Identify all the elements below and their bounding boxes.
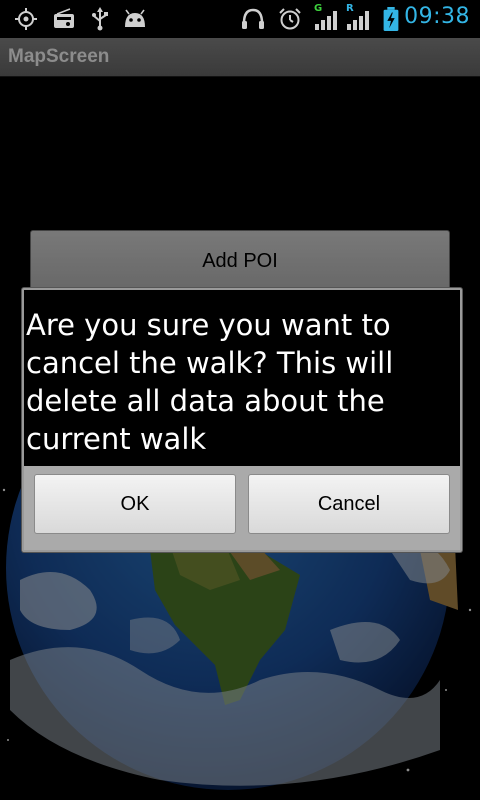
clock: 09:38 xyxy=(404,4,470,29)
cancel-button[interactable]: Cancel xyxy=(248,474,450,534)
signal-g-icon: G xyxy=(312,3,340,31)
app-title: MapScreen xyxy=(8,46,110,67)
dialog-button-bar: OK Cancel xyxy=(24,466,460,550)
ok-button[interactable]: OK xyxy=(34,474,236,534)
radio-icon xyxy=(54,8,74,28)
signal-r-icon: R xyxy=(344,3,372,31)
confirm-dialog: Are you sure you want to cancel the walk… xyxy=(22,288,462,552)
gps-icon xyxy=(15,8,37,30)
alarm-icon xyxy=(279,8,301,30)
headset-icon xyxy=(242,8,264,29)
dialog-message: Are you sure you want to cancel the walk… xyxy=(26,308,394,456)
title-bar: MapScreen xyxy=(0,38,480,77)
status-bar: G R 09:38 xyxy=(0,0,480,38)
android-debug-icon xyxy=(125,9,145,27)
usb-icon xyxy=(92,7,108,31)
battery-charging-icon xyxy=(383,7,399,31)
screen: G R 09:38 MapScreen Add POI Are you sure… xyxy=(0,0,480,800)
